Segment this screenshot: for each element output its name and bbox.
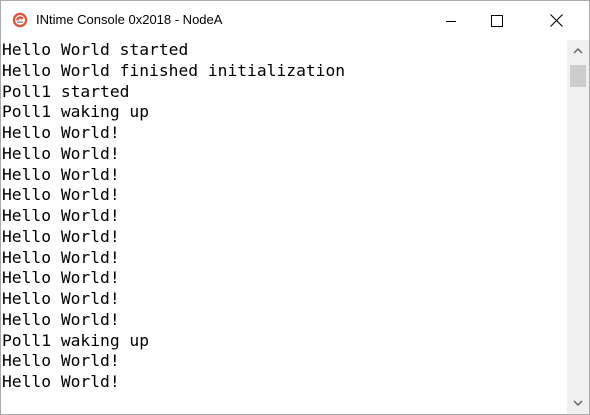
console-line: Hello World! bbox=[2, 247, 120, 267]
console-line: Hello World! bbox=[2, 289, 120, 308]
console-line: Hello World started bbox=[2, 40, 189, 59]
close-icon bbox=[549, 14, 563, 27]
maximize-button[interactable] bbox=[474, 1, 520, 40]
console-line: Hello World! bbox=[2, 143, 120, 163]
intime-app-icon[interactable] bbox=[12, 12, 28, 28]
window-title: INtime Console 0x2018 - NodeA bbox=[36, 12, 223, 27]
console-line: Hello World! bbox=[2, 226, 120, 246]
console-line: Poll1 waking up bbox=[2, 102, 150, 122]
minimize-icon bbox=[446, 20, 456, 22]
console-line: Hello World! bbox=[2, 164, 120, 184]
minimize-button[interactable] bbox=[428, 1, 474, 40]
console-line: Hello World! bbox=[2, 268, 120, 288]
console-line: Hello World! bbox=[2, 351, 120, 371]
console-output[interactable]: Hello World started Hello World finished… bbox=[1, 40, 567, 414]
title-bar[interactable]: INtime Console 0x2018 - NodeA bbox=[1, 1, 589, 40]
console-line: Hello World! bbox=[2, 185, 120, 205]
console-line: Hello World finished initialization bbox=[2, 60, 346, 80]
console-line: Poll1 started bbox=[2, 81, 130, 101]
console-line: Hello World! bbox=[2, 309, 120, 329]
console-line: Poll1 waking up bbox=[2, 330, 150, 350]
vertical-scrollbar[interactable] bbox=[567, 40, 589, 414]
console-line: Hello World! bbox=[2, 123, 120, 142]
chevron-up-icon bbox=[573, 48, 583, 54]
close-button[interactable] bbox=[533, 1, 579, 40]
console-window: INtime Console 0x2018 - NodeA Hello Worl… bbox=[0, 0, 590, 415]
maximize-icon bbox=[491, 14, 503, 27]
scroll-up-button[interactable] bbox=[567, 40, 589, 62]
scroll-down-button[interactable] bbox=[567, 392, 589, 414]
scroll-thumb[interactable] bbox=[570, 65, 586, 87]
console-line: Hello World! bbox=[2, 206, 120, 225]
console-line: Hello World! bbox=[2, 372, 120, 391]
chevron-down-icon bbox=[573, 400, 583, 406]
